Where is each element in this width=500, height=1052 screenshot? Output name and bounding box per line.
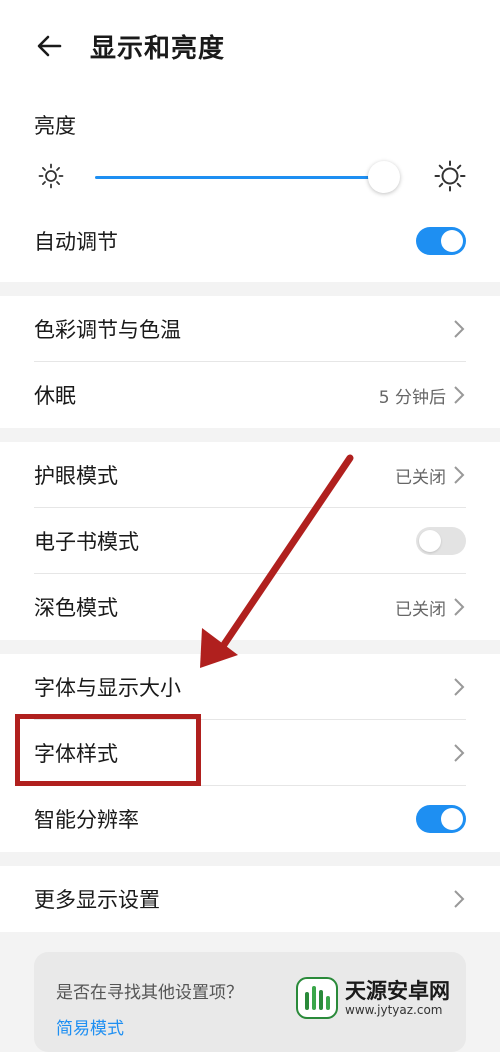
brightness-label: 亮度 (34, 114, 76, 138)
toggle-knob (441, 230, 463, 252)
font-display-size-label: 字体与显示大小 (34, 676, 181, 700)
chevron-right-icon (454, 320, 465, 338)
slider-track[interactable] (95, 176, 385, 179)
auto-adjust-label: 自动调节 (34, 230, 118, 254)
chevron-right-icon (454, 598, 465, 616)
settings-group-5: 更多显示设置 (0, 866, 500, 932)
watermark-url: www.jytyaz.com (345, 1003, 443, 1017)
sleep-label: 休眠 (34, 384, 76, 408)
color-temperature-row[interactable]: 色彩调节与色温 (0, 296, 500, 362)
eye-care-label: 护眼模式 (34, 464, 118, 488)
toggle-knob (441, 808, 463, 830)
annotation-highlight-box (15, 714, 201, 786)
dark-mode-label: 深色模式 (34, 596, 118, 620)
brightness-slider[interactable] (0, 146, 500, 208)
more-display-settings-label: 更多显示设置 (34, 888, 160, 912)
color-temperature-label: 色彩调节与色温 (34, 318, 181, 342)
watermark-logo-icon (296, 977, 338, 1019)
suggestion-question: 是否在寻找其他设置项？ (56, 983, 243, 1003)
font-display-size-row[interactable]: 字体与显示大小 (0, 654, 500, 720)
settings-group-3: 护眼模式 已关闭 电子书模式 深色模式 已关闭 (0, 442, 500, 640)
watermark: 天源安卓网 www.jytyaz.com (295, 972, 495, 1024)
back-arrow-icon[interactable] (34, 30, 66, 62)
page-title: 显示和亮度 (90, 34, 226, 64)
sleep-value: 5 分钟后 (378, 387, 446, 408)
brightness-group: 亮度 自动调节 (0, 96, 500, 282)
sun-small-icon (38, 163, 64, 189)
dark-mode-value: 已关闭 (395, 599, 446, 620)
simple-mode-link[interactable]: 简易模式 (56, 1014, 124, 1039)
eye-care-value: 已关闭 (395, 467, 446, 488)
slider-thumb[interactable] (368, 161, 400, 193)
watermark-title: 天源安卓网 (345, 979, 450, 1003)
chevron-right-icon (454, 466, 465, 484)
chevron-right-icon (454, 386, 465, 404)
ebook-mode-toggle[interactable] (416, 527, 466, 555)
smart-resolution-label: 智能分辨率 (34, 808, 139, 832)
dark-mode-row[interactable]: 深色模式 已关闭 (0, 574, 500, 640)
ebook-mode-label: 电子书模式 (34, 530, 139, 554)
eye-care-row[interactable]: 护眼模式 已关闭 (0, 442, 500, 508)
smart-resolution-row[interactable]: 智能分辨率 (0, 786, 500, 852)
more-display-settings-row[interactable]: 更多显示设置 (0, 866, 500, 932)
chevron-right-icon (454, 744, 465, 762)
auto-adjust-toggle[interactable] (416, 227, 466, 255)
header: 显示和亮度 (0, 0, 500, 96)
sun-large-icon (434, 160, 466, 192)
sleep-row[interactable]: 休眠 5 分钟后 (0, 362, 500, 428)
chevron-right-icon (454, 890, 465, 908)
chevron-right-icon (454, 678, 465, 696)
smart-resolution-toggle[interactable] (416, 805, 466, 833)
settings-group-2: 色彩调节与色温 休眠 5 分钟后 (0, 296, 500, 428)
auto-adjust-row[interactable]: 自动调节 (0, 208, 500, 274)
toggle-knob (419, 530, 441, 552)
ebook-mode-row[interactable]: 电子书模式 (0, 508, 500, 574)
